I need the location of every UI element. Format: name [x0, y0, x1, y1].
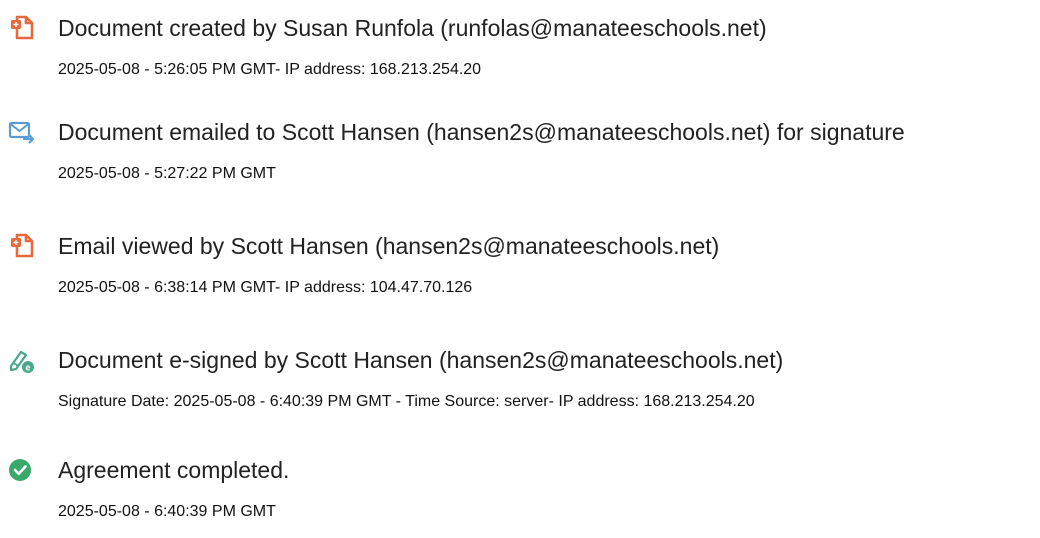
- event-detail: 2025-05-08 - 6:40:39 PM GMT: [58, 503, 276, 520]
- svg-text:e: e: [25, 363, 30, 373]
- event-title: Agreement completed.: [58, 457, 290, 483]
- document-created-icon: [8, 14, 36, 42]
- event-title: Email viewed by Scott Hansen (hansen2s@m…: [58, 233, 720, 259]
- email-viewed-icon: [8, 232, 36, 260]
- event-detail: 2025-05-08 - 6:38:14 PM GMT- IP address:…: [58, 279, 473, 296]
- event-title: Document created by Susan Runfola (runfo…: [58, 15, 767, 41]
- email-sent-icon: [8, 118, 36, 146]
- event-title: Document emailed to Scott Hansen (hansen…: [58, 119, 905, 145]
- event-detail: Signature Date: 2025-05-08 - 6:40:39 PM …: [58, 393, 755, 410]
- event-detail: 2025-05-08 - 5:27:22 PM GMT: [58, 165, 276, 182]
- event-title: Document e-signed by Scott Hansen (hanse…: [58, 347, 784, 373]
- event-detail: 2025-05-08 - 5:26:05 PM GMT- IP address:…: [58, 61, 482, 78]
- check-circle-icon: [8, 456, 36, 484]
- e-signature-icon: e: [8, 346, 36, 374]
